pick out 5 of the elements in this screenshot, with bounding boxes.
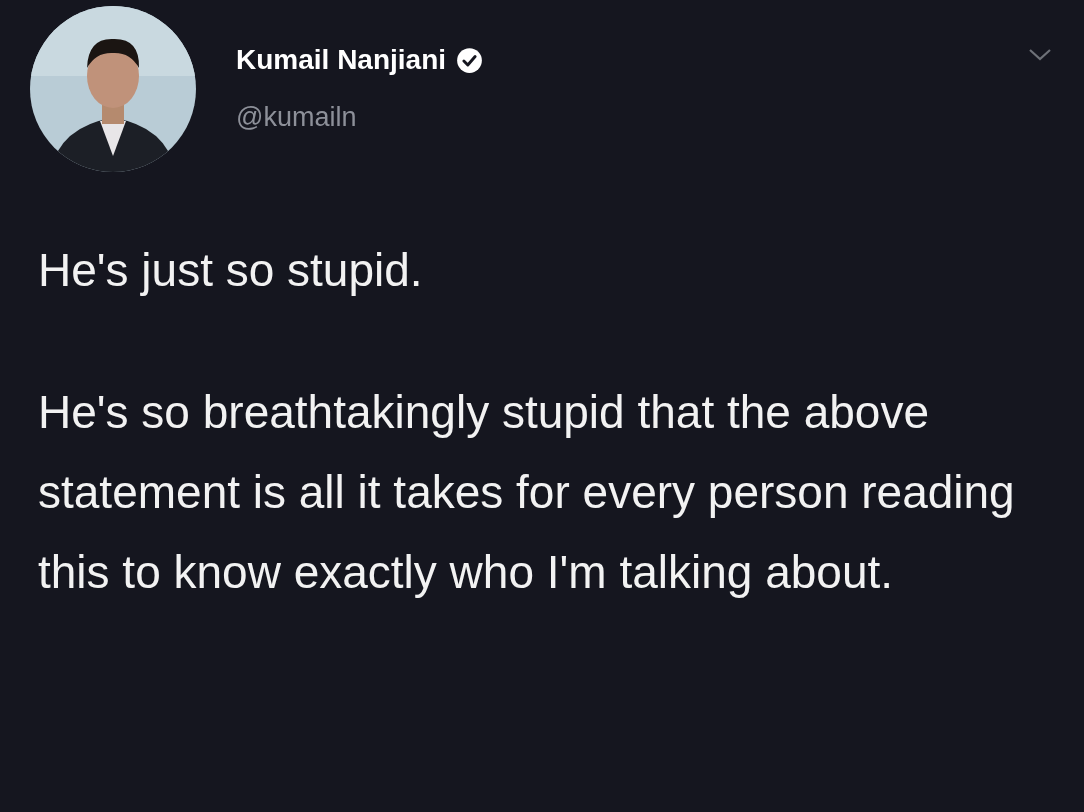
tweet-text: He's so breathtakingly stupid that the above statement is all it takes for every person reading this to know exactly who I'm talking about. — [38, 385, 1016, 600]
author-name: Kumail Nanjiani — [236, 44, 447, 76]
author-handle: @kumailn — [236, 102, 358, 133]
tweet-text: He's just so stupid. — [38, 243, 424, 298]
chevron-down-icon[interactable] — [1028, 48, 1052, 62]
